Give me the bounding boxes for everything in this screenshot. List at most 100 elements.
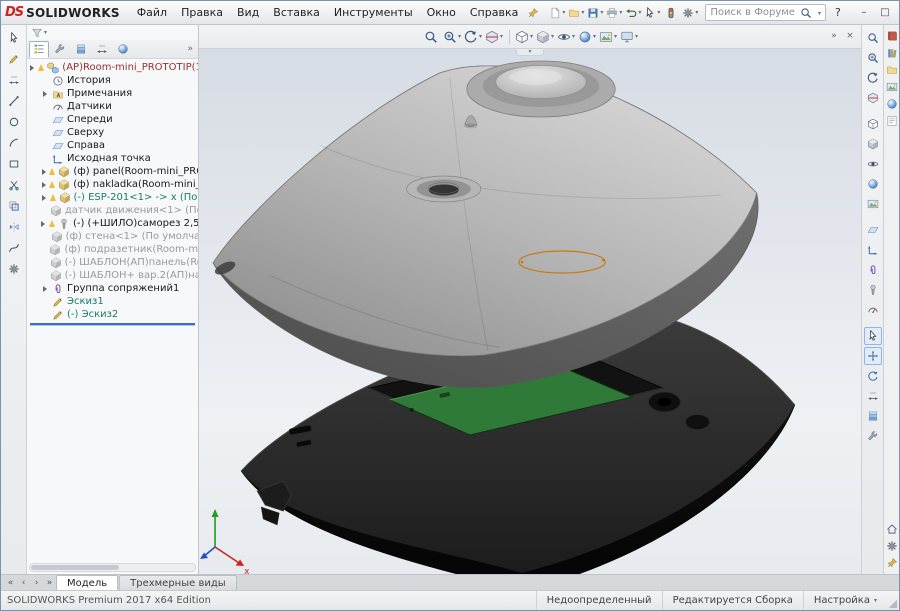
tree-item[interactable]: (-) ШАБЛОН+ вар.2(АП)наклад(Ка...: [27, 269, 198, 282]
new-document-icon[interactable]: [548, 4, 566, 22]
tree-item[interactable]: Эскиз1: [27, 295, 198, 308]
appearance-icon[interactable]: [864, 175, 882, 193]
tree-item[interactable]: датчик движения<1> (По умолч...: [27, 204, 198, 217]
maximize-button[interactable]: □: [875, 5, 895, 21]
display-style-icon[interactable]: [864, 135, 882, 153]
tab-3d-views[interactable]: Трехмерные виды: [119, 575, 237, 590]
tree-item[interactable]: Сверху: [27, 126, 198, 139]
menu-Справка[interactable]: Справка: [464, 4, 524, 21]
tree-item[interactable]: Исходная точка: [27, 152, 198, 165]
expand-arrow-icon[interactable]: [41, 182, 46, 188]
tab-model[interactable]: Модель: [56, 575, 118, 590]
menu-Инструменты[interactable]: Инструменты: [328, 4, 419, 21]
custom-properties-icon[interactable]: [885, 114, 899, 128]
sensor-icon[interactable]: [864, 301, 882, 319]
tab-scroll-first-button[interactable]: «: [4, 576, 17, 589]
status-state[interactable]: Недоопределенный: [536, 591, 662, 610]
line-icon[interactable]: [5, 92, 23, 110]
tree-item[interactable]: Группа сопряжений1: [27, 282, 198, 295]
toolbar-overflow-button[interactable]: »: [827, 28, 841, 44]
view-settings-icon[interactable]: [620, 27, 639, 46]
tab-scroll-next-button[interactable]: ›: [30, 576, 43, 589]
mate-icon[interactable]: [864, 261, 882, 279]
menu-Файл[interactable]: Файл: [131, 4, 173, 21]
undo-icon[interactable]: [624, 4, 642, 22]
tree-horizontal-scrollbar[interactable]: [29, 563, 196, 572]
convert-entities-icon[interactable]: [5, 197, 23, 215]
expand-arrow-icon[interactable]: [41, 221, 46, 227]
view-orientation-icon[interactable]: [864, 115, 882, 133]
panel-tabs-overflow-button[interactable]: »: [184, 44, 196, 54]
view-palette-icon[interactable]: [885, 80, 899, 94]
fastener-icon[interactable]: [864, 281, 882, 299]
expand-arrow-icon[interactable]: [29, 65, 35, 71]
rollback-bar[interactable]: [30, 323, 195, 325]
filter-funnel-icon[interactable]: [30, 24, 48, 42]
menu-Вставка[interactable]: Вставка: [267, 4, 326, 21]
design-library-icon[interactable]: [885, 46, 899, 60]
rebuild-icon[interactable]: [662, 4, 680, 22]
move-component-icon[interactable]: [864, 347, 882, 365]
previous-view-icon[interactable]: [464, 27, 483, 46]
plane-display-icon[interactable]: [864, 221, 882, 239]
3d-scene[interactable]: x: [199, 25, 861, 574]
section-view-icon[interactable]: [485, 27, 504, 46]
tab-featuremanager[interactable]: [29, 41, 49, 58]
sketch-icon[interactable]: [5, 50, 23, 68]
display-style-icon[interactable]: [536, 27, 555, 46]
save-icon[interactable]: [586, 4, 604, 22]
zoom-fit-icon[interactable]: [422, 27, 441, 46]
configurations-icon[interactable]: [864, 407, 882, 425]
expand-arrow-icon[interactable]: [41, 286, 49, 292]
zoom-area-icon[interactable]: [864, 49, 882, 67]
help-button[interactable]: ?: [829, 6, 847, 19]
hide-show-items-icon[interactable]: [557, 27, 576, 46]
previous-view-icon[interactable]: [864, 69, 882, 87]
tab-configurationmanager[interactable]: [71, 41, 91, 58]
rotate-component-icon[interactable]: [864, 367, 882, 385]
scene-icon[interactable]: [864, 195, 882, 213]
section-view-icon[interactable]: [864, 89, 882, 107]
rectangle-icon[interactable]: [5, 155, 23, 173]
expand-arrow-icon[interactable]: [41, 169, 46, 175]
open-document-icon[interactable]: [567, 4, 585, 22]
hide-show-icon[interactable]: [864, 155, 882, 173]
tab-dimxpertmanager[interactable]: [92, 41, 112, 58]
trim-entities-icon[interactable]: [5, 176, 23, 194]
search-scope-caret[interactable]: [817, 7, 821, 18]
resources-icon[interactable]: [885, 29, 899, 43]
tree-item[interactable]: (-) ШАБЛОН(АП)панель(Room)<1>...: [27, 256, 198, 269]
orientation-triad[interactable]: x: [200, 509, 250, 574]
select-arrow-icon[interactable]: [5, 29, 23, 47]
settings-icon[interactable]: [885, 539, 899, 553]
zoom-to-fit-icon[interactable]: [864, 29, 882, 47]
print-icon[interactable]: [605, 4, 623, 22]
close-toolbar-button[interactable]: ×: [843, 28, 857, 44]
minimize-button[interactable]: –: [854, 5, 874, 21]
pin-icon[interactable]: [885, 556, 899, 570]
expand-arrow-icon[interactable]: [41, 91, 49, 97]
select-icon[interactable]: [643, 4, 661, 22]
select-tool-icon[interactable]: [864, 327, 882, 345]
edit-appearance-icon[interactable]: [578, 27, 597, 46]
view-orientation-icon[interactable]: [515, 27, 534, 46]
tree-item[interactable]: Датчики: [27, 100, 198, 113]
tree-item[interactable]: (-) (+ШИЛО)саморез 2,5x16<1> (Def...: [27, 217, 198, 230]
arc-icon[interactable]: [5, 134, 23, 152]
smart-dimension-icon[interactable]: [5, 71, 23, 89]
options-gear-icon[interactable]: [681, 4, 699, 22]
tools-icon[interactable]: [864, 427, 882, 445]
mirror-entities-icon[interactable]: [5, 218, 23, 236]
appearances-icon[interactable]: [885, 97, 899, 111]
spline-icon[interactable]: [5, 239, 23, 257]
tree-item[interactable]: Спереди: [27, 113, 198, 126]
tree-item[interactable]: Примечания: [27, 87, 198, 100]
sketch-settings-icon[interactable]: [5, 260, 23, 278]
circle-icon[interactable]: [5, 113, 23, 131]
tab-displaymanager[interactable]: [113, 41, 133, 58]
search-box[interactable]: Поиск в Форуме: [705, 4, 826, 21]
menu-Окно[interactable]: Окно: [421, 4, 462, 21]
tree-item[interactable]: (АР)Room-mini_PROTOTIP(1,5mm): [27, 61, 198, 74]
tree-item[interactable]: (ф) panel(Room-mini_PROTOTIP_АР...: [27, 165, 198, 178]
resize-grip[interactable]: [887, 591, 899, 610]
